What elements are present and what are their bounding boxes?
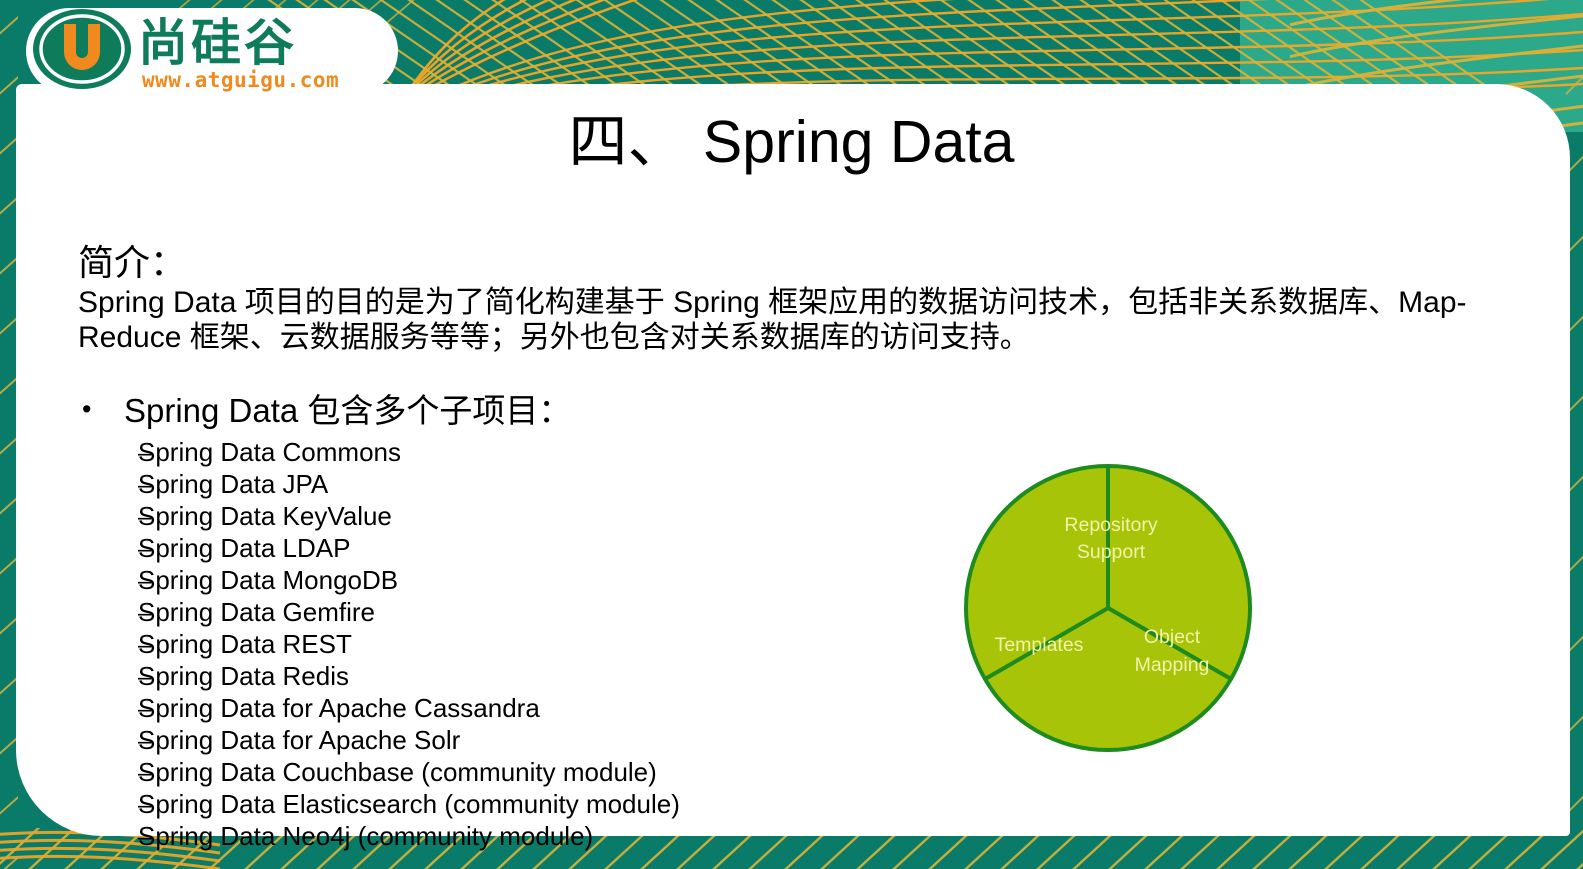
sub-bullet-marker-icon: – (138, 600, 152, 628)
intro-heading: 简介： (78, 242, 187, 283)
sub-bullet-marker-icon: – (138, 440, 152, 468)
subproject-label: Spring Data LDAP (138, 533, 351, 564)
sub-bullet-marker-icon: – (138, 568, 152, 596)
subproject-label: Spring Data Commons (138, 437, 401, 468)
pie-chart: Repository Support Templates Object Mapp… (964, 464, 1252, 753)
slide-body: 简介： Spring Data 项目的目的是为了简化构建基于 Spring 框架… (78, 242, 1498, 853)
subproject-item: – Spring Data Commons (78, 437, 1498, 469)
presentation-slide: 尚硅谷 www.atguigu.com 四、 Spring Data 简介： S… (0, 0, 1583, 869)
sub-bullet-marker-icon: – (138, 536, 152, 564)
subproject-item: – Spring Data Neo4j (community module) (78, 821, 1498, 853)
logo-circle-icon (33, 9, 131, 89)
subproject-label: Spring Data for Apache Solr (138, 725, 461, 756)
pie-label-line-1: Object (1144, 626, 1201, 648)
subproject-item: – Spring Data Elasticsearch (community mo… (78, 789, 1498, 821)
sub-bullet-marker-icon: – (138, 696, 152, 724)
sub-bullet-marker-icon: – (138, 664, 152, 692)
subproject-item: – Spring Data Gemfire (78, 597, 1498, 629)
pie-label-line-2: Mapping (1135, 654, 1210, 676)
subproject-item: – Spring Data for Apache Cassandra (78, 693, 1498, 725)
subproject-label: Spring Data Elasticsearch (community mod… (138, 789, 680, 820)
bullet-marker-icon: • (82, 394, 92, 425)
subproject-item: – Spring Data JPA (78, 469, 1498, 501)
svg-text:尚硅谷: 尚硅谷 (138, 14, 297, 72)
sub-bullet-marker-icon: – (138, 760, 152, 788)
logo-url-text: www.atguigu.com (142, 68, 339, 92)
pie-label-line-2: Support (1077, 541, 1146, 563)
subproject-label: Spring Data Neo4j (community module) (138, 821, 594, 852)
subproject-label: Spring Data Redis (138, 661, 349, 692)
subproject-label: Spring Data JPA (138, 469, 329, 500)
spring-data-pie-diagram: Repository Support Templates Object Mapp… (958, 458, 1258, 758)
pie-label-templates: Templates (995, 634, 1084, 656)
subproject-label: Spring Data REST (138, 629, 352, 660)
sub-bullet-marker-icon: – (138, 728, 152, 756)
logo-artwork: 尚硅谷 www.atguigu.com (26, 8, 398, 94)
slide-title: 四、 Spring Data (568, 109, 1015, 175)
bullet-heading-text: Spring Data 包含多个子项目： (124, 392, 572, 430)
sub-bullet-marker-icon: – (138, 792, 152, 820)
sub-bullet-marker-icon: – (138, 632, 152, 660)
subproject-item: – Spring Data Redis (78, 661, 1498, 693)
subproject-label: Spring Data Couchbase (community module) (138, 757, 657, 788)
pie-label-line-1: Repository (1064, 514, 1157, 536)
pie-label-line-1: Templates (995, 634, 1084, 656)
sub-bullet-marker-icon: – (138, 472, 152, 500)
subproject-label: Spring Data MongoDB (138, 565, 399, 596)
subproject-item: – Spring Data LDAP (78, 533, 1498, 565)
intro-paragraph: Spring Data 项目的目的是为了简化构建基于 Spring 框架应用的数… (78, 286, 1467, 354)
subproject-item: – Spring Data Couchbase (community module… (78, 757, 1498, 789)
subproject-label: Spring Data KeyValue (138, 501, 392, 532)
subproject-list: – Spring Data Commons – Spring Data JPA – Spr… (78, 437, 1498, 853)
subproject-item: – Spring Data MongoDB (78, 565, 1498, 597)
atguigu-logo: 尚硅谷 www.atguigu.com (26, 8, 398, 94)
logo-chinese-name: 尚硅谷 (138, 14, 297, 72)
subproject-item: – Spring Data for Apache Solr (78, 725, 1498, 757)
bullet-subprojects-heading: • Spring Data 包含多个子项目： (78, 391, 1498, 431)
subproject-item: – Spring Data REST (78, 629, 1498, 661)
sub-bullet-marker-icon: – (138, 504, 152, 532)
subproject-label: Spring Data Gemfire (138, 597, 375, 628)
subproject-label: Spring Data for Apache Cassandra (138, 693, 540, 724)
sub-bullet-marker-icon: – (138, 824, 152, 852)
subproject-item: – Spring Data KeyValue (78, 501, 1498, 533)
